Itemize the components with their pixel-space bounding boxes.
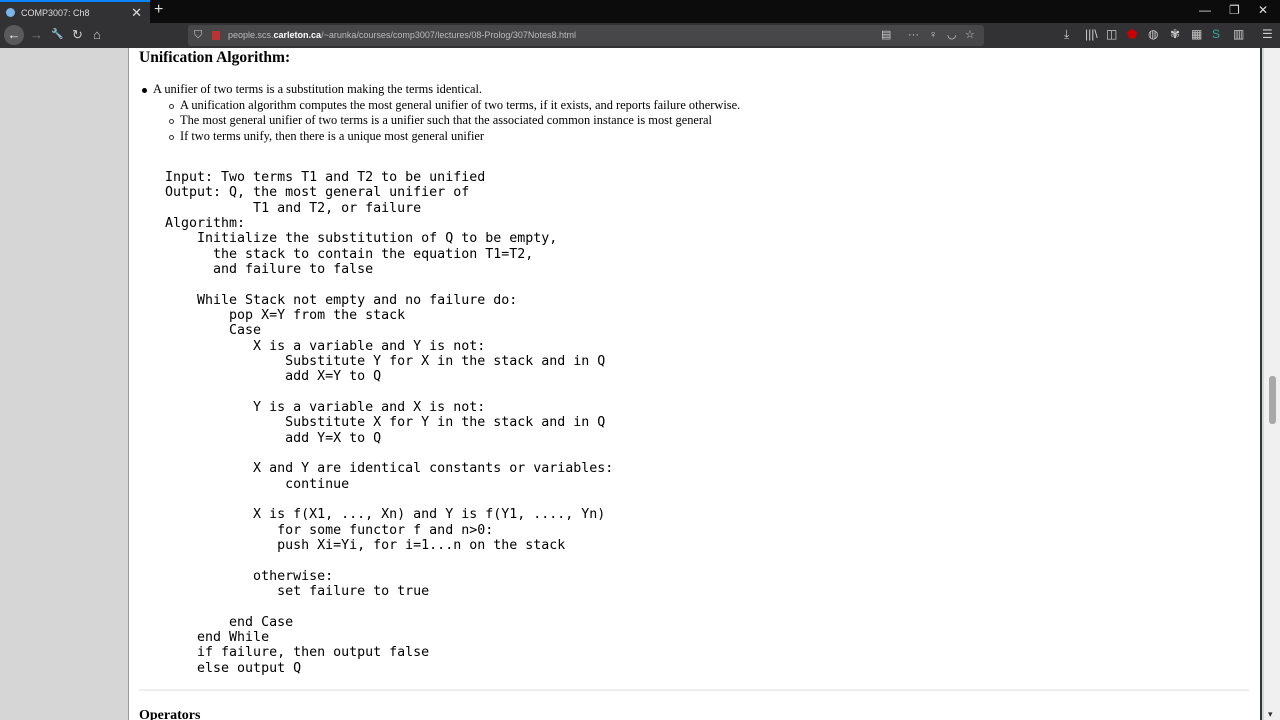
ublock-icon[interactable]: ⬟ (1127, 27, 1137, 41)
code-line: Substitute X for Y in the stack and in Q (165, 415, 606, 431)
window-close-button[interactable]: ✕ (1258, 3, 1268, 17)
code-line: set failure to true (165, 583, 430, 599)
vertical-scrollbar[interactable]: ▾ (1264, 48, 1280, 720)
back-button[interactable]: ← (4, 25, 24, 45)
code-line: end Case (165, 614, 294, 630)
url-prefix: people.scs. (228, 30, 274, 40)
code-line: Initialize the substitution of Q to be e… (165, 231, 558, 247)
home-button[interactable]: ⌂ (93, 27, 101, 42)
code-line: if failure, then output false (165, 645, 430, 661)
browser-tab[interactable]: COMP3007: Ch8 ✕ (0, 0, 150, 23)
extension-icon[interactable]: ◍ (1148, 27, 1158, 41)
tab-bar: COMP3007: Ch8 ✕ + — ❐ ✕ (0, 0, 1280, 23)
extension2-icon[interactable]: ✾ (1170, 27, 1180, 41)
code-line: Y is a variable and X is not: (165, 399, 486, 415)
tools-icon[interactable]: 🔧 (51, 29, 63, 40)
code-line: for some functor f and n>0: (165, 522, 494, 538)
url-path: /~arunka/courses/comp3007/lectures/08-Pr… (321, 30, 576, 40)
tab-title: COMP3007: Ch8 (21, 7, 90, 18)
insecure-lock-icon[interactable] (212, 31, 220, 40)
code-line: else output Q (165, 660, 302, 676)
bookmark-star-icon[interactable]: ☆ (965, 25, 975, 46)
s-extension-icon[interactable]: S (1212, 27, 1220, 41)
sub-list: A unification algorithm computes the mos… (168, 97, 741, 145)
code-line: X is a variable and Y is not: (165, 338, 486, 354)
code-line: Algorithm: (165, 215, 246, 231)
lightbulb-icon[interactable]: ♀ (929, 25, 937, 46)
url-bar[interactable]: ⛉ people.scs.carleton.ca/~arunka/courses… (188, 25, 984, 46)
page-viewport: Unification Algorithm: A unifier of two … (0, 48, 1264, 720)
code-line: add Y=X to Q (165, 430, 382, 446)
code-line: Case (165, 323, 262, 339)
list-item-text: A unifier of two terms is a substitution… (153, 82, 482, 96)
code-line: end While (165, 629, 270, 645)
code-line: Output: Q, the most general unifier of (165, 185, 470, 201)
sidebar-icon[interactable]: ◫ (1106, 27, 1117, 41)
algorithm-code-block: Input: Two terms T1 and T2 to be unified… (165, 170, 613, 676)
grid-extension-icon[interactable]: ▥ (1233, 27, 1244, 41)
code-line: Input: Two terms T1 and T2 to be unified (165, 170, 486, 185)
restore-button[interactable]: ❐ (1229, 3, 1240, 17)
bullet-list: A unifier of two terms is a substitution… (141, 82, 741, 145)
reload-button[interactable]: ↻ (72, 27, 83, 43)
scroll-down-arrow-icon[interactable]: ▾ (1268, 709, 1273, 720)
code-line: push Xi=Yi, for i=1...n on the stack (165, 537, 566, 553)
code-line: the stack to contain the equation T1=T2, (165, 246, 534, 262)
favicon-icon (6, 8, 15, 17)
section-heading: Unification Algorithm: (139, 49, 291, 66)
url-domain: carleton.ca (273, 30, 322, 40)
tab-close-icon[interactable]: ✕ (131, 5, 142, 21)
divider (139, 689, 1249, 691)
code-line: While Stack not empty and no failure do: (165, 292, 518, 308)
page-content: Unification Algorithm: A unifier of two … (128, 48, 1262, 720)
sub-list-item: A unification algorithm computes the mos… (168, 97, 741, 112)
list-item: A unifier of two terms is a substitution… (141, 82, 741, 145)
library-icon[interactable]: |||\ (1085, 27, 1098, 41)
menu-icon[interactable]: ☰ (1262, 27, 1273, 41)
notes-icon[interactable]: ▦ (1191, 27, 1202, 41)
pocket-icon[interactable]: ◡ (947, 25, 957, 46)
code-line: T1 and T2, or failure (165, 200, 422, 216)
reader-icon[interactable]: ▤ (881, 25, 891, 46)
new-tab-button[interactable]: + (154, 1, 163, 19)
code-line: pop X=Y from the stack (165, 307, 406, 323)
code-line: Substitute Y for X in the stack and in Q (165, 353, 606, 369)
code-line: add X=Y to Q (165, 369, 382, 385)
code-line: otherwise: (165, 568, 334, 584)
download-icon[interactable]: ⤓ (1064, 27, 1069, 42)
code-line: X and Y are identical constants or varia… (165, 461, 614, 477)
code-line: continue (165, 476, 350, 492)
shield-icon[interactable]: ⛉ (194, 25, 202, 46)
code-line: X is f(X1, ..., Xn) and Y is f(Y1, ....,… (165, 507, 606, 523)
code-line: and failure to false (165, 261, 374, 277)
scrollbar-thumb[interactable] (1269, 376, 1276, 424)
sub-list-item: If two terms unify, then there is a uniq… (168, 129, 740, 145)
more-icon[interactable]: ··· (908, 25, 919, 46)
navigation-bar: ← → 🔧 ↻ ⌂ ⛉ people.scs.carleton.ca/~arun… (0, 23, 1280, 48)
forward-button[interactable]: → (30, 27, 43, 42)
sub-list-item: The most general unifier of two terms is… (168, 113, 740, 129)
operators-heading: Operators (139, 708, 201, 720)
minimize-button[interactable]: — (1199, 3, 1211, 17)
